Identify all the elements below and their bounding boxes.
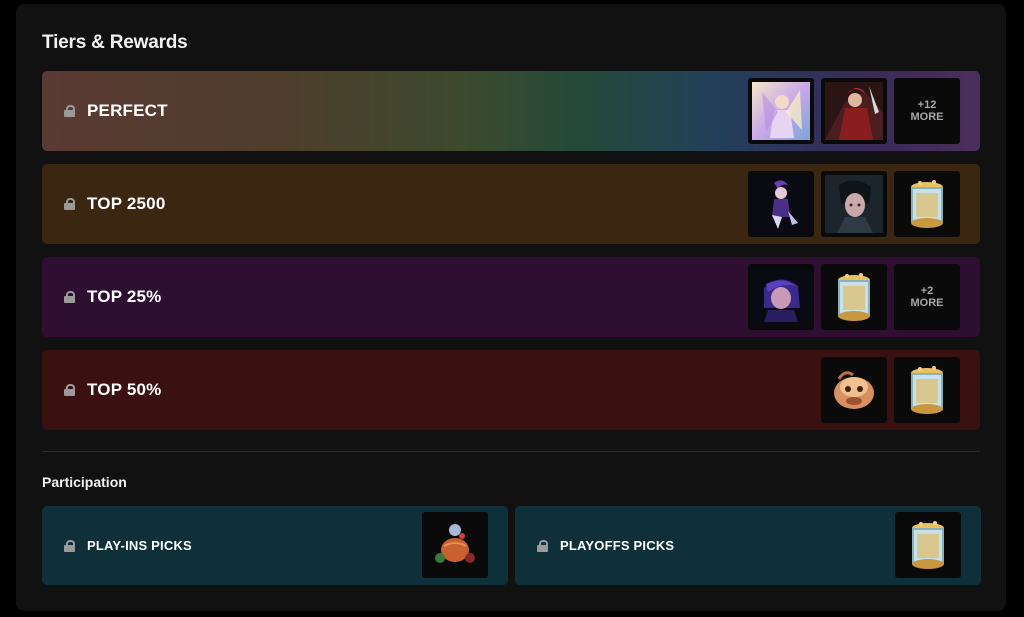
capsule-icon[interactable] — [894, 357, 960, 423]
lock-icon — [64, 291, 75, 303]
participation-name: PLAYOFFS PICKS — [560, 538, 675, 553]
section-divider — [42, 451, 980, 452]
more-rewards[interactable]: +12 MORE — [894, 78, 960, 144]
tier-rewards — [748, 171, 960, 237]
lock-icon — [64, 539, 75, 552]
tier-top-50[interactable]: TOP 50% — [42, 350, 980, 430]
splash-art-lux-icon[interactable] — [748, 78, 814, 144]
panel-title: Tiers & Rewards — [42, 32, 188, 53]
tier-label: TOP 50% — [64, 350, 161, 430]
participation-name: PLAY-INS PICKS — [87, 538, 192, 553]
lock-icon — [537, 539, 548, 552]
participation-rewards — [895, 512, 961, 578]
summoner-icon-pumpkin[interactable] — [422, 512, 488, 578]
tier-label: TOP 25% — [64, 257, 161, 337]
tier-label: PERFECT — [64, 71, 168, 151]
splash-art-redknight-icon[interactable] — [821, 78, 887, 144]
more-label: MORE — [910, 297, 944, 309]
tier-label: TOP 2500 — [64, 164, 165, 244]
tier-perfect[interactable]: PERFECT +12 MORE — [42, 71, 980, 151]
tier-name: TOP 50% — [87, 380, 162, 399]
more-count: +12 — [917, 99, 937, 111]
tier-rewards: +2 MORE — [748, 264, 960, 330]
tier-rewards — [821, 357, 960, 423]
chibi-mage-icon[interactable] — [748, 171, 814, 237]
emote-poro-icon[interactable] — [821, 357, 887, 423]
capsule-icon[interactable] — [895, 512, 961, 578]
capsule-icon[interactable] — [894, 171, 960, 237]
lock-icon — [64, 384, 75, 396]
tier-top-25[interactable]: TOP 25% +2 MORE — [42, 257, 980, 337]
tier-name: TOP 2500 — [87, 194, 166, 213]
more-rewards[interactable]: +2 MORE — [894, 264, 960, 330]
tiers-rewards-panel: Tiers & Rewards PERFECT +12 MORE TOP 250… — [16, 4, 1006, 611]
more-count: +2 — [920, 285, 934, 297]
splash-art-darkhero-icon[interactable] — [821, 171, 887, 237]
lock-icon — [64, 198, 75, 210]
tier-rewards: +12 MORE — [748, 78, 960, 144]
tier-top-2500[interactable]: TOP 2500 — [42, 164, 980, 244]
lock-icon — [64, 105, 75, 117]
portrait-champion-icon[interactable] — [748, 264, 814, 330]
more-label: MORE — [910, 111, 944, 123]
tier-name: TOP 25% — [87, 287, 162, 306]
participation-play-ins-picks[interactable]: PLAY-INS PICKS — [42, 506, 508, 585]
tier-name: PERFECT — [87, 101, 168, 120]
participation-label: PLAY-INS PICKS — [64, 506, 192, 585]
participation-playoffs-picks[interactable]: PLAYOFFS PICKS — [515, 506, 981, 585]
participation-title: Participation — [42, 474, 127, 490]
participation-label: PLAYOFFS PICKS — [537, 506, 674, 585]
participation-rewards — [422, 512, 488, 578]
capsule-icon[interactable] — [821, 264, 887, 330]
